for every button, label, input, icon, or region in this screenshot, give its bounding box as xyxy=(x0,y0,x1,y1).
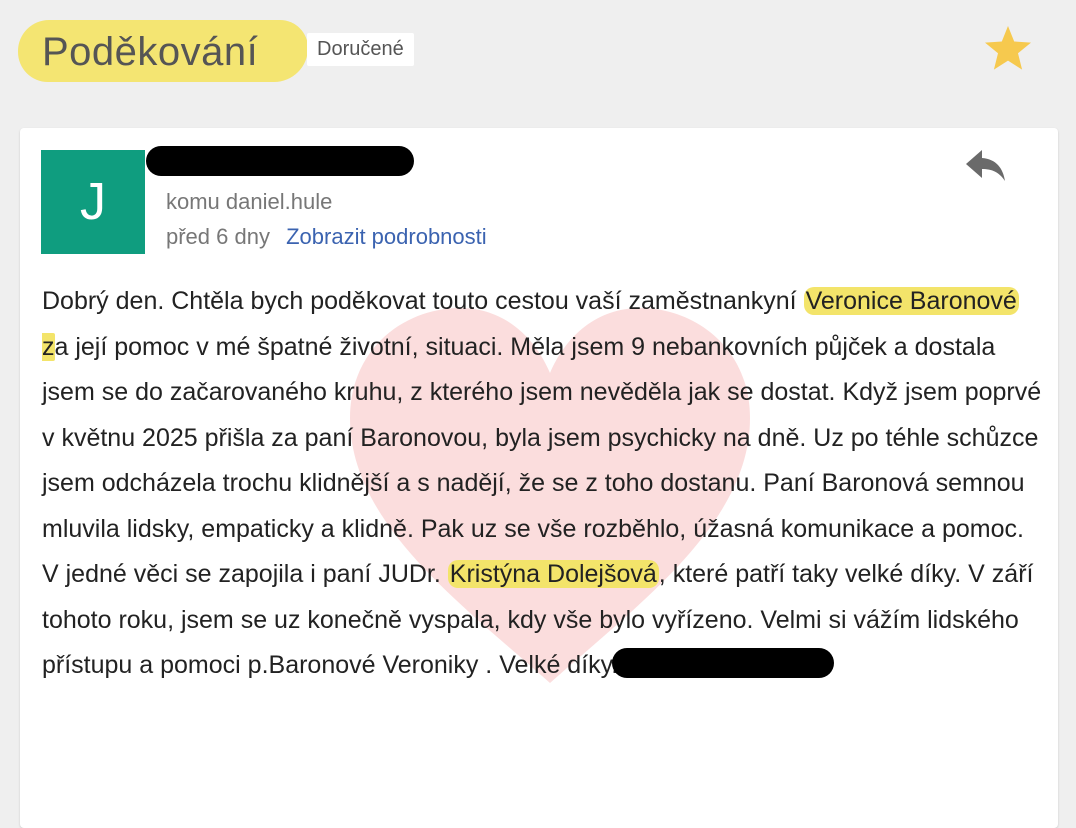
message-time: před 6 dny xyxy=(166,224,270,249)
avatar-letter: J xyxy=(80,173,106,231)
message-header: Poděkování Doručené xyxy=(0,0,1076,110)
body-text-2: a její pomoc v mé špatné životní, situac… xyxy=(42,332,1042,589)
sender-name-redaction xyxy=(146,146,414,176)
highlight-z: z xyxy=(42,332,55,361)
sender-avatar[interactable]: J xyxy=(41,150,145,254)
show-details-link[interactable]: Zobrazit podrobnosti xyxy=(286,224,487,249)
signature-redaction xyxy=(612,648,835,678)
message-card: J komu daniel.hule před 6 dny Zobrazit p… xyxy=(20,128,1058,828)
recipient-line: komu daniel.hule xyxy=(166,189,333,214)
star-icon[interactable] xyxy=(980,22,1036,78)
highlight-kristyna-dolejsova: Kristýna Dolejšová xyxy=(447,560,659,588)
inbox-label-badge[interactable]: Doručené xyxy=(307,33,414,66)
time-line: před 6 dny Zobrazit podrobnosti xyxy=(166,224,487,250)
message-subject: Poděkování xyxy=(42,30,259,74)
message-body: Dobrý den. Chtěla bych poděkovat touto c… xyxy=(42,279,1042,689)
body-text-1: Dobrý den. Chtěla bych poděkovat touto c… xyxy=(42,287,804,315)
reply-icon[interactable] xyxy=(964,146,1008,186)
highlight-veronice-baronove: Veronice Baronové xyxy=(803,287,1019,315)
